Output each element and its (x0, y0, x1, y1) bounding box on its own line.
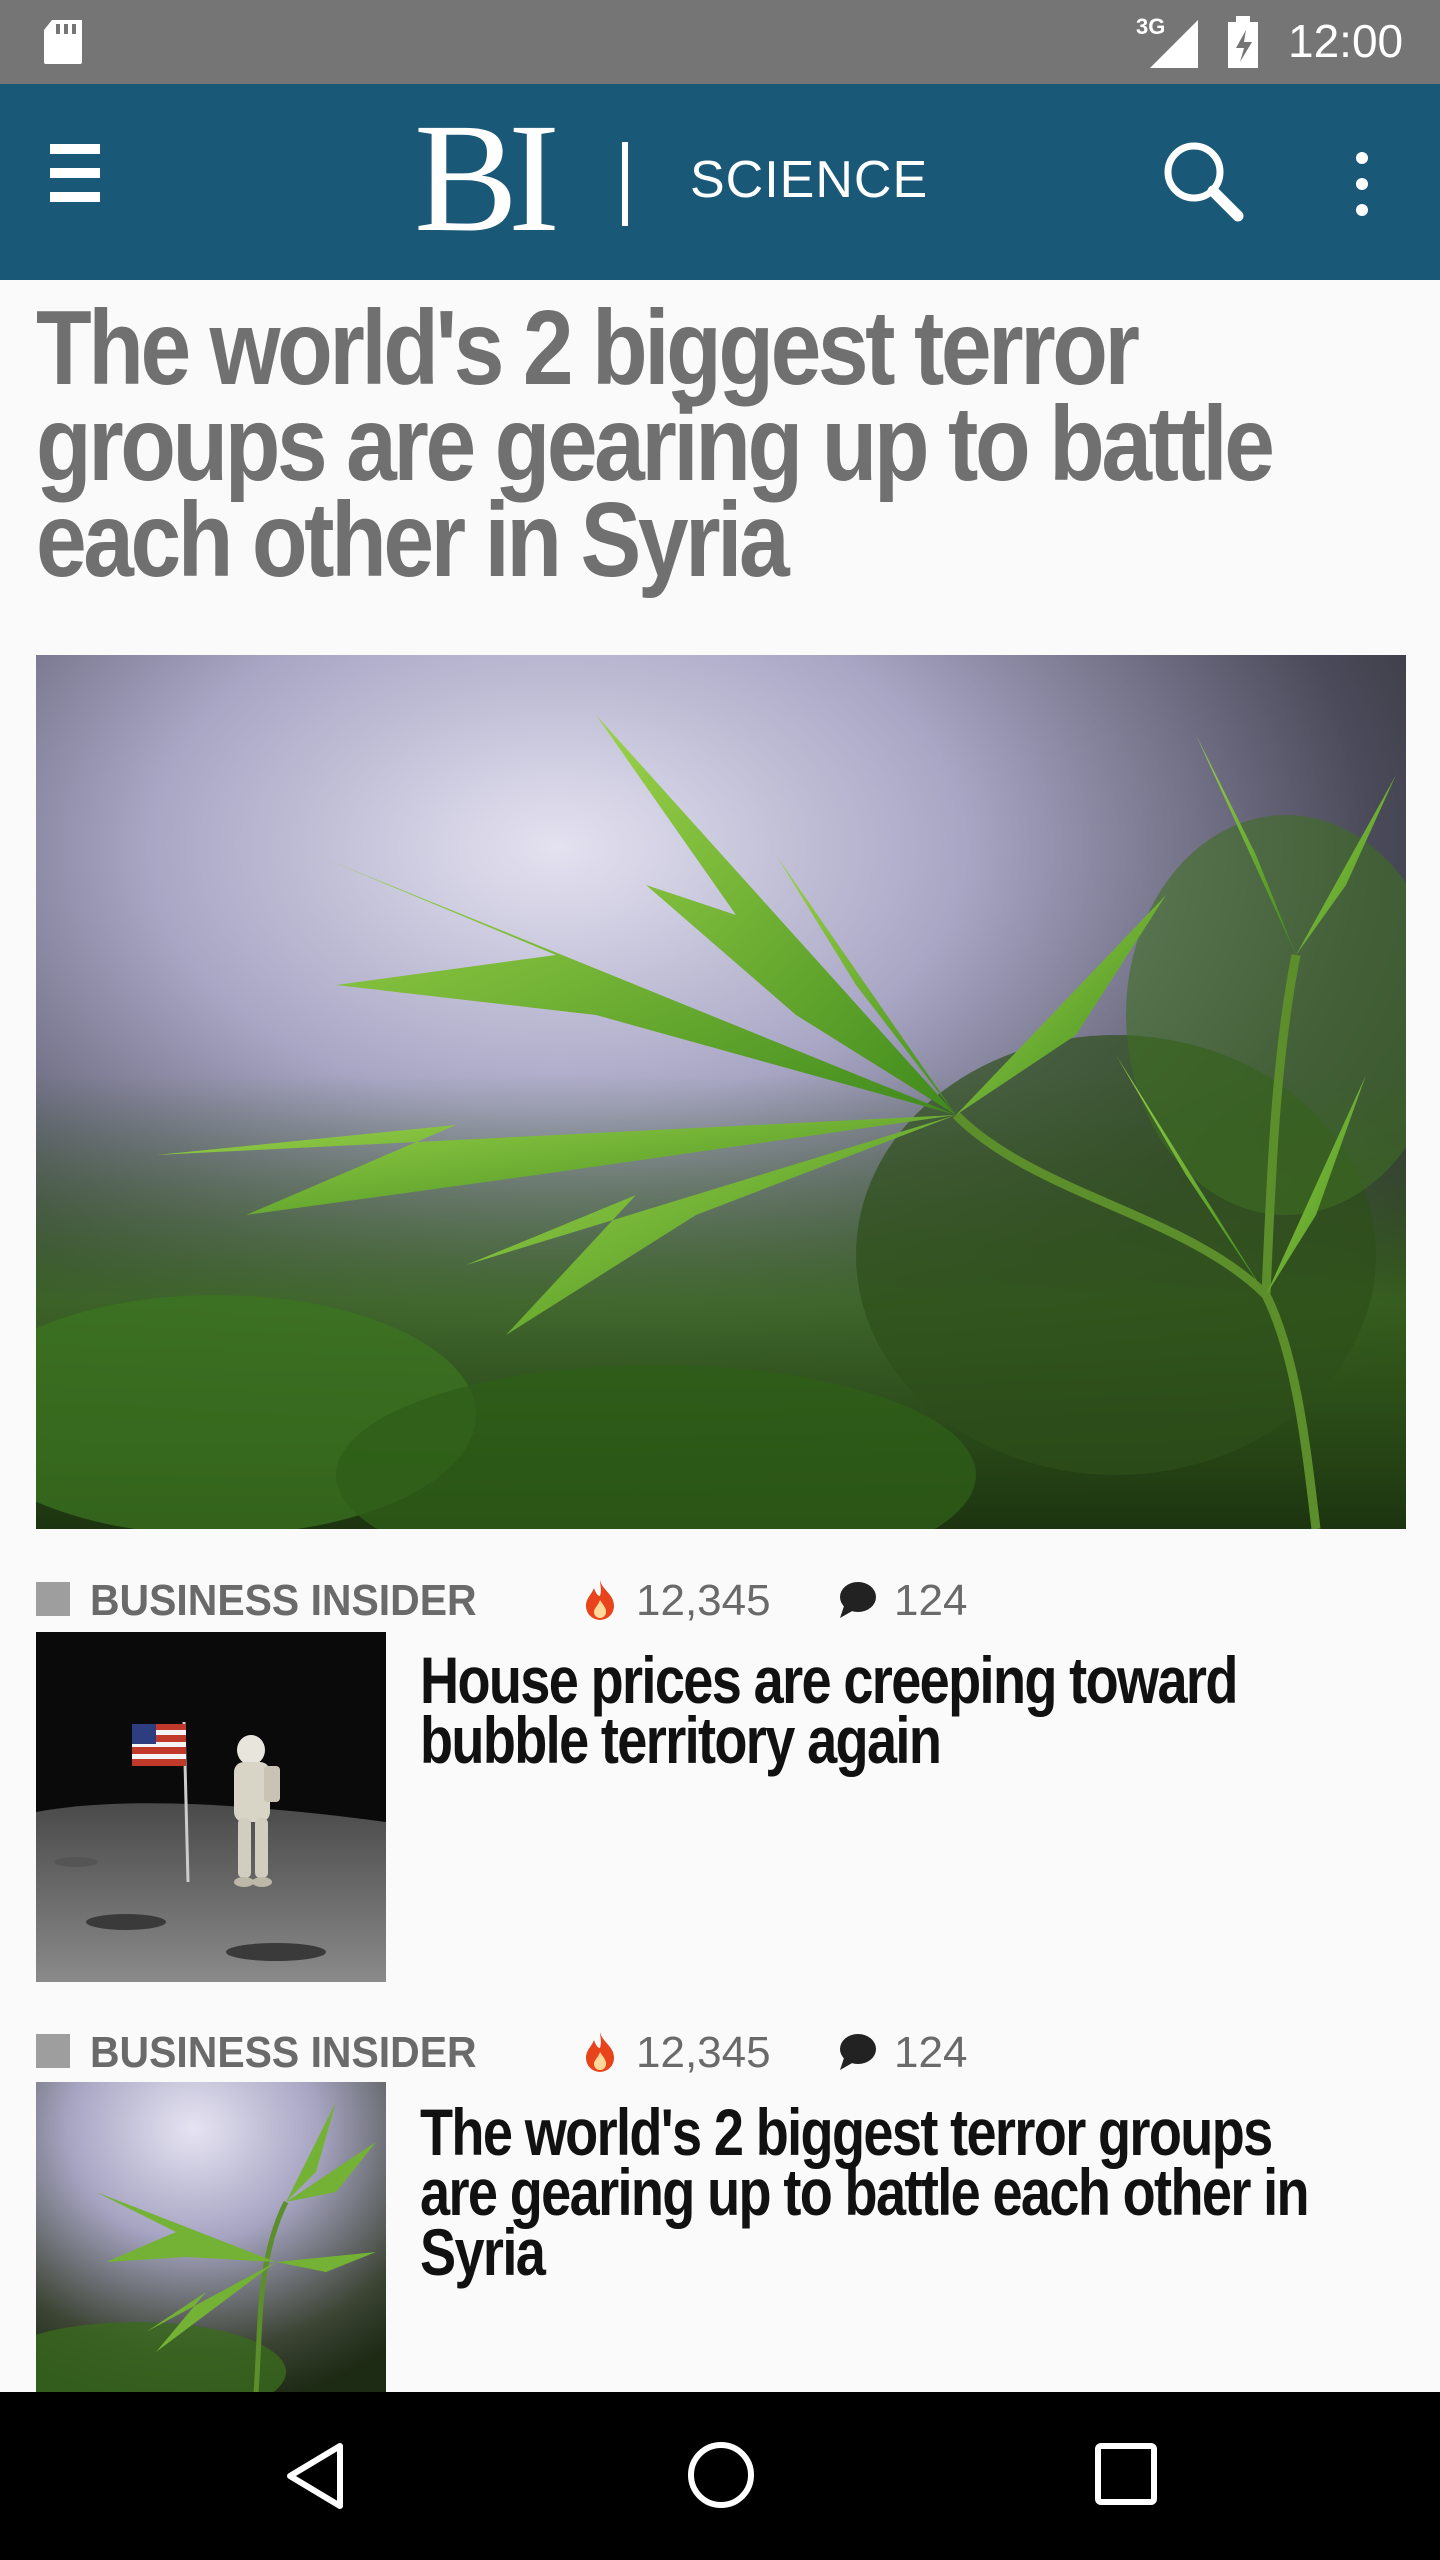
overflow-menu-icon[interactable] (1340, 152, 1384, 218)
recent-apps-icon[interactable] (1094, 2442, 1158, 2511)
fire-icon (582, 1578, 618, 1627)
feature-headline-line: groups are gearing up to battle (36, 385, 1275, 503)
home-icon[interactable] (686, 2440, 756, 2515)
story-title-line: The world's 2 biggest terror groups (420, 2095, 1273, 2169)
feature-image[interactable] (36, 655, 1406, 1529)
story-title-line: Syria (420, 2215, 546, 2289)
story-thumbnail[interactable] (36, 2082, 386, 2392)
feature-headline[interactable]: The world's 2 biggest terror groups are … (36, 289, 1275, 599)
comment-count: 124 (894, 1576, 968, 1625)
feature-headline-line: The world's 2 biggest terror (36, 289, 1140, 407)
story-title-line: bubble territory again (420, 1703, 942, 1777)
signal-icon (1148, 18, 1200, 75)
app-bar: BI SCIENCE (0, 84, 1440, 280)
story-meta: BUSINESS INSIDER 12,345 124 (36, 2024, 1416, 2080)
story-source[interactable]: BUSINESS INSIDER (90, 1576, 477, 1626)
story-title[interactable]: The world's 2 biggest terror groups are … (420, 2095, 1388, 2289)
view-count: 12,345 (636, 1576, 771, 1625)
story-thumbnail[interactable] (36, 1632, 386, 1982)
fire-icon (582, 2030, 618, 2079)
view-count: 12,345 (636, 2028, 771, 2077)
comment-count: 124 (894, 2028, 968, 2077)
story-source[interactable]: BUSINESS INSIDER (90, 2028, 477, 2078)
source-square-icon (36, 2034, 70, 2068)
story-meta: BUSINESS INSIDER 12,345 124 (36, 1572, 1416, 1628)
story-title-line: are gearing up to battle each other in (420, 2155, 1310, 2229)
feature-headline-line: each other in Syria (36, 481, 790, 599)
story-title[interactable]: House prices are creeping toward bubble … (420, 1643, 1388, 1777)
back-icon[interactable] (282, 2440, 348, 2517)
app-logo[interactable]: BI (414, 100, 560, 256)
source-square-icon (36, 1582, 70, 1616)
status-bar: 3G 12:00 (0, 0, 1440, 84)
search-icon[interactable] (1158, 136, 1248, 226)
screen: 3G 12:00 BI SCIENCE The world's 2 bigges… (0, 0, 1440, 2560)
navigation-bar (0, 2392, 1440, 2560)
logo-divider (622, 142, 628, 226)
section-title: SCIENCE (690, 151, 929, 209)
comment-icon (838, 1580, 878, 1625)
hamburger-menu-icon[interactable] (46, 144, 110, 220)
sd-card-icon (42, 18, 86, 71)
story-title-line: House prices are creeping toward (420, 1643, 1238, 1717)
clock: 12:00 (1288, 15, 1404, 67)
comment-icon (838, 2032, 878, 2077)
battery-charging-icon (1226, 16, 1260, 75)
